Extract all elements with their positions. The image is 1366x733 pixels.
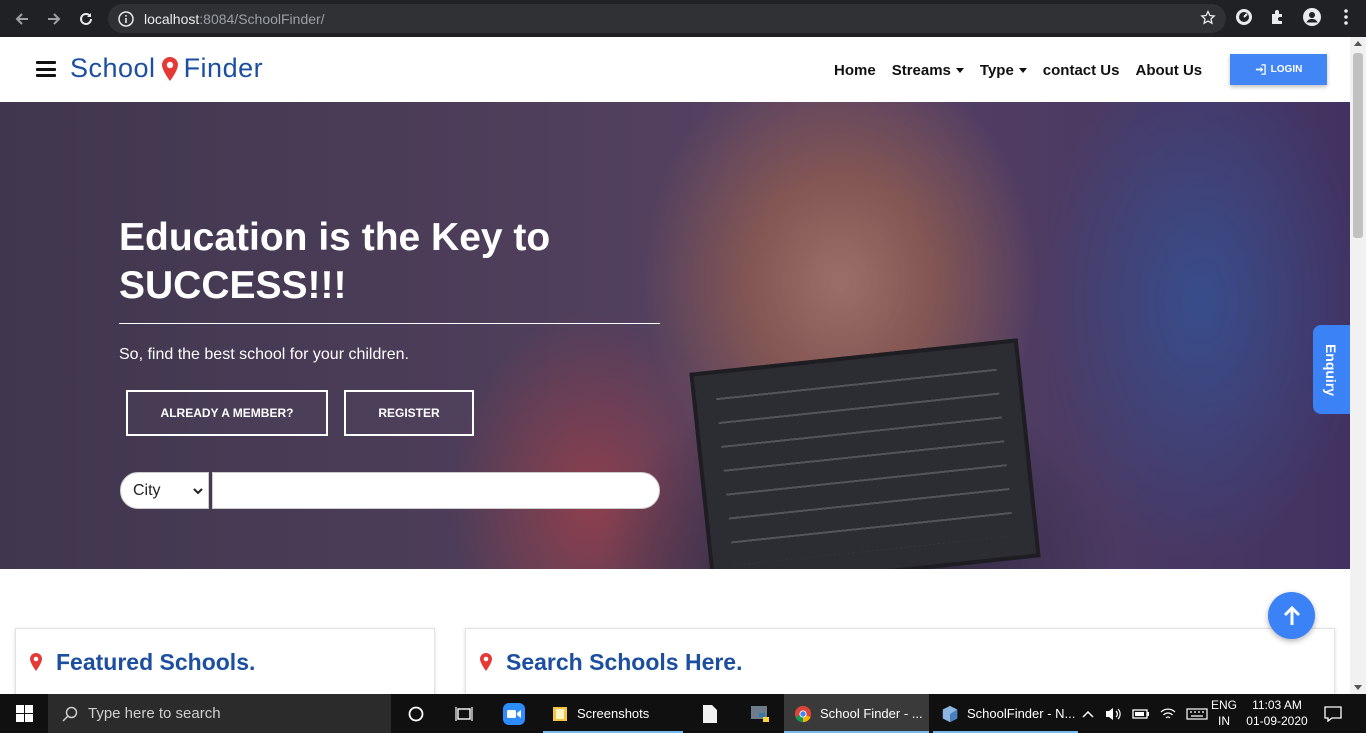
school-search-input[interactable] xyxy=(212,472,660,509)
keyboard-icon[interactable] xyxy=(1186,707,1208,721)
map-pin-icon xyxy=(30,653,42,671)
featured-schools-title: Featured Schools. xyxy=(56,649,256,675)
battery-icon[interactable] xyxy=(1132,707,1150,721)
arrow-up-icon xyxy=(1283,605,1300,625)
back-icon[interactable] xyxy=(6,3,38,35)
map-pin-icon xyxy=(161,56,178,81)
folder-icon xyxy=(553,706,567,721)
nav-type-dropdown[interactable]: Type xyxy=(980,62,1027,79)
logo-text-finder: Finder xyxy=(183,53,264,83)
nav-streams-dropdown[interactable]: Streams xyxy=(892,62,964,79)
volume-icon[interactable] xyxy=(1104,706,1122,722)
city-select[interactable]: City xyxy=(120,472,209,509)
chrome-icon xyxy=(794,705,812,722)
already-member-button[interactable]: ALREADY A MEMBER? xyxy=(126,390,328,436)
clock-date: 01-09-2020 xyxy=(1246,714,1308,728)
task-view-icon[interactable] xyxy=(448,694,480,733)
reload-icon[interactable] xyxy=(70,3,102,35)
enquiry-label: Enquiry xyxy=(1323,343,1340,396)
nav-type-label: Type xyxy=(979,62,1014,79)
caret-down-icon xyxy=(955,68,964,73)
system-tray xyxy=(1082,694,1208,733)
taskbar-search-placeholder: Type here to search xyxy=(88,705,221,722)
taskbar-search-box[interactable]: Type here to search xyxy=(48,694,391,733)
forward-icon[interactable] xyxy=(38,3,70,35)
taskbar-app-chrome[interactable]: School Finder - ... xyxy=(784,694,929,733)
scroll-down-arrow-icon[interactable] xyxy=(1354,685,1362,690)
scroll-up-arrow-icon[interactable] xyxy=(1354,41,1362,46)
hamburger-menu-icon[interactable] xyxy=(36,61,56,77)
taskbar-app-netbeans[interactable]: SchoolFinder - N... xyxy=(933,694,1078,733)
browser-toolbar: localhost:8084/SchoolFinder/ xyxy=(0,0,1366,37)
extensions-area xyxy=(1234,7,1356,27)
bookmark-star-icon[interactable] xyxy=(1200,10,1216,26)
main-nav: Home Streams Type contact Us About Us xyxy=(834,62,1202,79)
windows-taskbar: Type here to search Screenshots School F… xyxy=(0,694,1366,733)
page-scrollbar[interactable] xyxy=(1350,37,1366,694)
hero-subtitle: So, find the best school for your childr… xyxy=(119,346,409,363)
nav-home[interactable]: Home xyxy=(834,62,876,79)
system-clock[interactable]: 11:03 AM 01-09-2020 xyxy=(1246,697,1308,729)
url-path: :8084/SchoolFinder/ xyxy=(199,10,325,27)
notifications-icon[interactable] xyxy=(1320,694,1346,733)
login-button[interactable]: LOGIN xyxy=(1230,54,1327,85)
logo-text-school: School xyxy=(70,53,156,83)
cortana-icon[interactable] xyxy=(400,694,432,733)
taskbar-app-screenshots[interactable]: Screenshots xyxy=(543,694,683,733)
input-language[interactable]: ENG IN xyxy=(1210,697,1238,729)
url-host: localhost xyxy=(144,10,200,27)
city-select-value: City xyxy=(133,481,161,499)
taskbar-app-label: SchoolFinder - N... xyxy=(967,706,1076,721)
taskbar-app-label: Screenshots xyxy=(577,706,650,721)
chevron-up-icon[interactable] xyxy=(1082,710,1094,718)
profile-avatar-icon[interactable] xyxy=(1302,7,1322,27)
nav-about[interactable]: About Us xyxy=(1135,62,1202,79)
site-header: School Finder Home Streams Type contact … xyxy=(0,37,1350,102)
address-bar[interactable]: localhost:8084/SchoolFinder/ xyxy=(108,4,1226,33)
register-button[interactable]: REGISTER xyxy=(344,390,474,436)
wifi-icon[interactable] xyxy=(1160,707,1176,721)
chevron-down-icon xyxy=(193,488,203,495)
enquiry-tab[interactable]: Enquiry xyxy=(1313,325,1350,414)
windows-start-icon[interactable] xyxy=(0,694,48,733)
scrollbar-thumb[interactable] xyxy=(1353,53,1363,238)
site-logo[interactable]: School Finder xyxy=(70,53,263,84)
scroll-to-top-button[interactable] xyxy=(1268,592,1315,639)
nav-contact[interactable]: contact Us xyxy=(1043,62,1120,79)
sign-in-icon xyxy=(1255,64,1266,75)
python-app-icon[interactable] xyxy=(744,694,776,733)
netbeans-cube-icon xyxy=(942,705,958,722)
puzzle-extensions-icon[interactable] xyxy=(1268,7,1288,27)
clock-time: 11:03 AM xyxy=(1252,698,1302,712)
map-pin-icon xyxy=(480,653,492,671)
zoom-app-icon[interactable] xyxy=(498,694,530,733)
hero-title: Education is the Key to SUCCESS!!! xyxy=(119,216,551,307)
more-menu-icon[interactable] xyxy=(1336,7,1356,27)
hero-divider xyxy=(119,323,660,324)
login-label: LOGIN xyxy=(1270,64,1303,75)
search-schools-title: Search Schools Here. xyxy=(506,649,743,675)
language-code: ENG xyxy=(1210,698,1237,712)
nav-streams-label: Streams xyxy=(891,62,951,79)
info-icon[interactable] xyxy=(118,10,134,27)
search-icon xyxy=(62,706,78,722)
region-code: IN xyxy=(1218,714,1230,728)
caret-down-icon xyxy=(1018,68,1027,73)
performance-extension-icon[interactable] xyxy=(1234,7,1254,27)
hero-banner: Education is the Key to SUCCESS!!! So, f… xyxy=(0,102,1350,569)
taskbar-app-label: School Finder - ... xyxy=(820,706,923,721)
file-icon[interactable] xyxy=(694,694,726,733)
